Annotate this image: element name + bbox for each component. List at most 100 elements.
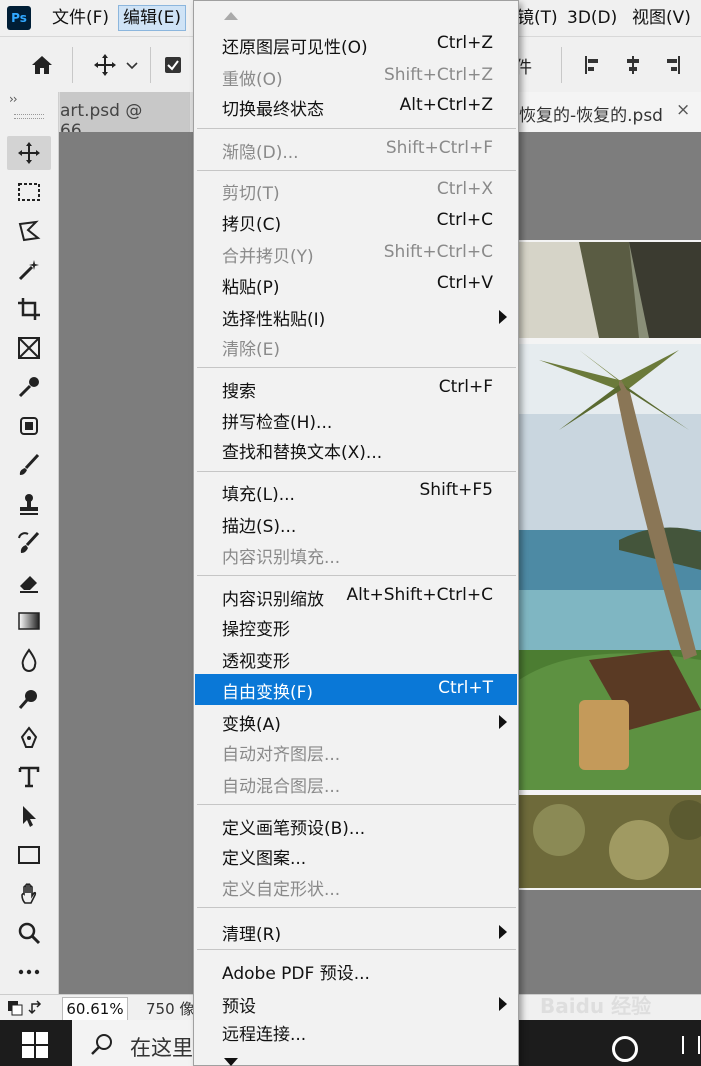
tab-title: 恢复的-恢复的.psd <box>519 106 663 126</box>
menu-separator <box>197 170 516 171</box>
search-icon <box>90 1032 114 1061</box>
hand-tool-icon[interactable] <box>7 877 51 911</box>
menu-separator <box>197 907 516 908</box>
menu-item-define-pattern[interactable]: 定义图案... <box>195 840 517 871</box>
submenu-arrow-icon <box>499 925 507 939</box>
menu-item-stroke[interactable]: 描边(S)... <box>195 508 517 539</box>
dodge-tool-icon[interactable] <box>7 682 51 716</box>
windows-start-icon[interactable] <box>22 1032 48 1058</box>
tab-document-left[interactable]: art.psd @ 66.... <box>60 92 190 141</box>
menu-item-presets[interactable]: 预设 <box>195 988 517 1019</box>
menu-separator <box>197 949 516 950</box>
menu-item-free-transform[interactable]: 自由变换(F) Ctrl+T <box>195 674 517 705</box>
tools-panel: ›› <box>0 92 59 1022</box>
separator <box>561 47 562 83</box>
task-view-icon[interactable] <box>682 1036 700 1054</box>
marquee-tool-icon[interactable] <box>7 175 51 209</box>
path-selection-icon[interactable] <box>7 799 51 833</box>
move-tool-icon[interactable] <box>7 136 51 170</box>
menu-separator <box>197 128 516 129</box>
menu-item-paste[interactable]: 粘贴(P) Ctrl+V <box>195 269 517 300</box>
menu-separator <box>197 367 516 368</box>
menu-item-auto-align-layers: 自动对齐图层... <box>222 745 341 765</box>
menu-item-find-replace-text[interactable]: 查找和替换文本(X)... <box>195 434 517 465</box>
menu-view[interactable]: 视图(V) <box>628 6 695 30</box>
menu-separator <box>197 575 516 576</box>
panel-grip[interactable] <box>14 114 44 119</box>
menu-separator <box>197 804 516 805</box>
lasso-tool-icon[interactable] <box>7 214 51 248</box>
close-icon[interactable]: × <box>676 100 690 120</box>
brush-tool-icon[interactable] <box>7 448 51 482</box>
menu-item-perspective-warp[interactable]: 透视变形 <box>195 643 517 674</box>
tab-document-active[interactable]: 恢复的-恢复的.psd × <box>519 92 701 132</box>
home-icon[interactable] <box>27 50 57 80</box>
crop-tool-icon[interactable] <box>7 292 51 326</box>
menu-item-content-aware-fill: 内容识别填充... <box>222 548 341 568</box>
menu-item-define-custom-shape: 定义自定形状... <box>222 880 341 900</box>
align-right-icon[interactable] <box>657 50 687 80</box>
submenu-arrow-icon <box>499 997 507 1011</box>
menu-item-adobe-pdf-presets[interactable]: Adobe PDF 预设... <box>195 955 517 986</box>
pen-tool-icon[interactable] <box>7 721 51 755</box>
taskbar-search-box[interactable]: 在这里 <box>72 1020 195 1066</box>
more-tools-icon[interactable] <box>7 955 51 989</box>
rectangle-tool-icon[interactable] <box>7 838 51 872</box>
blur-tool-icon[interactable] <box>7 643 51 677</box>
menu-separator <box>197 471 516 472</box>
baidu-watermark: Baidu 经验 <box>540 994 652 1018</box>
search-placeholder: 在这里 <box>130 1036 193 1060</box>
move-tool-icon[interactable] <box>90 50 120 80</box>
menu-item-copy[interactable]: 拷贝(C) Ctrl+C <box>195 206 517 237</box>
scroll-down-arrow-icon[interactable] <box>224 1058 238 1066</box>
menu-item-check-spelling[interactable]: 拼写检查(H)... <box>195 404 517 435</box>
menu-item-cut: 剪切(T) Ctrl+X <box>222 179 493 204</box>
menu-item-content-aware-scale[interactable]: 内容识别缩放 Alt+Shift+Ctrl+C <box>195 581 517 612</box>
submenu-arrow-icon <box>499 715 507 729</box>
zoom-level-field[interactable]: 60.61% <box>62 997 128 1021</box>
align-left-icon[interactable] <box>578 50 608 80</box>
menu-item-fill[interactable]: 填充(L)... Shift+F5 <box>195 476 517 507</box>
photoshop-logo: Ps <box>7 6 31 30</box>
history-brush-icon[interactable] <box>7 526 51 560</box>
menu-item-fade: 渐隐(D)... Shift+Ctrl+F <box>222 138 493 163</box>
stamp-tool-icon[interactable] <box>7 487 51 521</box>
photo-collage-image <box>519 242 701 888</box>
zoom-tool-icon[interactable] <box>7 916 51 950</box>
menu-item-copy-merged: 合并拷贝(Y) Shift+Ctrl+C <box>222 242 493 267</box>
cortana-icon[interactable] <box>612 1036 638 1062</box>
magic-wand-icon[interactable] <box>7 253 51 287</box>
menu-item-puppet-warp[interactable]: 操控变形 <box>195 611 517 642</box>
menu-item-toggle-last-state[interactable]: 切换最终状态 Alt+Ctrl+Z <box>195 91 517 122</box>
collapse-panel-button[interactable]: ›› <box>9 92 18 106</box>
menu-file[interactable]: 文件(F) <box>48 6 113 30</box>
document-info[interactable]: 750 像 <box>146 998 194 1019</box>
menu-edit[interactable]: 编辑(E) <box>118 5 187 31</box>
edit-menu-dropdown: 还原图层可见性(O) Ctrl+Z 重做(O) Shift+Ctrl+Z 切换最终状… <box>193 0 519 1066</box>
eyedropper-icon[interactable] <box>7 370 51 404</box>
align-center-icon[interactable] <box>618 50 648 80</box>
submenu-arrow-icon <box>499 310 507 324</box>
menu-item-transform[interactable]: 变换(A) <box>195 706 517 737</box>
separator <box>72 47 73 83</box>
gradient-tool-icon[interactable] <box>7 604 51 638</box>
menu-item-undo[interactable]: 还原图层可见性(O) Ctrl+Z <box>195 29 517 60</box>
auto-select-checkbox[interactable] <box>160 50 186 80</box>
menu-item-purge[interactable]: 清理(R) <box>195 916 517 947</box>
frame-tool-icon[interactable] <box>7 331 51 365</box>
document-image[interactable] <box>519 240 701 890</box>
menu-item-auto-blend-layers: 自动混合图层... <box>222 777 341 797</box>
menu-filter[interactable]: 镜(T) <box>513 6 562 30</box>
menu-item-search[interactable]: 搜索 Ctrl+F <box>195 373 517 404</box>
swap-colors-icon[interactable] <box>6 999 46 1021</box>
menu-item-clear: 清除(E) <box>222 340 281 360</box>
menu-item-remote-connections[interactable]: 远程连接... <box>195 1016 517 1047</box>
eraser-icon[interactable] <box>7 565 51 599</box>
menu-item-define-brush-preset[interactable]: 定义画笔预设(B)... <box>195 810 517 841</box>
menu-item-paste-special[interactable]: 选择性粘贴(I) <box>195 301 517 332</box>
healing-brush-icon[interactable] <box>7 409 51 443</box>
type-tool-icon[interactable] <box>7 760 51 794</box>
menu-3d[interactable]: 3D(D) <box>563 6 621 30</box>
scroll-up-arrow-icon[interactable] <box>224 12 238 20</box>
chevron-down-icon[interactable] <box>122 50 142 80</box>
